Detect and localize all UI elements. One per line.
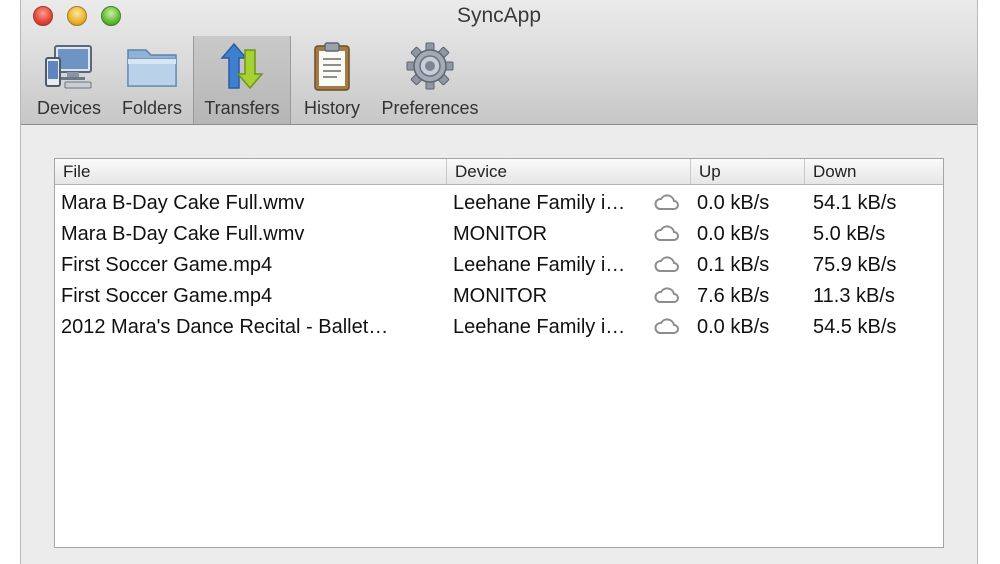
row-down-rate: 75.9 kB/s xyxy=(813,254,897,276)
toolbar-transfers-label: Transfers xyxy=(204,98,280,118)
cloud-icon xyxy=(654,318,679,334)
cloud-icon xyxy=(654,287,679,303)
row-device: Leehane Family i… xyxy=(453,192,626,214)
titlebar-toolbar: SyncApp Devices Folders Transfers Histor… xyxy=(21,0,977,125)
toolbar-folders-button[interactable]: Folders xyxy=(115,36,189,124)
column-header-down[interactable]: Down xyxy=(805,159,943,184)
row-file: Mara B-Day Cake Full.wmv xyxy=(61,192,305,214)
row-device: Leehane Family i… xyxy=(453,316,626,338)
toolbar-preferences-button[interactable]: Preferences xyxy=(377,36,483,124)
row-file: Mara B-Day Cake Full.wmv xyxy=(61,223,305,245)
column-header-up[interactable]: Up xyxy=(691,159,805,184)
table-row[interactable]: 2012 Mara's Dance Recital - Ballet… Leeh… xyxy=(55,312,943,343)
toolbar-devices-button[interactable]: Devices xyxy=(31,36,107,124)
window-title: SyncApp xyxy=(456,4,542,27)
column-header-file[interactable]: File xyxy=(55,159,447,184)
row-down-rate: 54.1 kB/s xyxy=(813,192,897,214)
cloud-icon xyxy=(654,225,679,241)
toolbar-transfers-button[interactable]: Transfers xyxy=(193,36,291,124)
row-down-rate: 11.3 kB/s xyxy=(813,285,895,307)
row-device: Leehane Family i… xyxy=(453,254,626,276)
row-up-rate: 0.0 kB/s xyxy=(697,316,770,338)
toolbar-folders-label: Folders xyxy=(121,98,183,118)
clipboard-icon xyxy=(314,42,350,91)
row-up-rate: 7.6 kB/s xyxy=(697,285,770,307)
row-down-rate: 5.0 kB/s xyxy=(813,223,886,245)
table-header: File Device Up Down xyxy=(55,159,943,185)
devices-icon xyxy=(45,45,92,89)
column-header-device[interactable]: Device xyxy=(447,159,691,184)
toolbar-devices-label: Devices xyxy=(36,98,102,118)
table-row[interactable]: Mara B-Day Cake Full.wmv MONITOR 0.0 kB/… xyxy=(55,219,943,250)
row-up-rate: 0.0 kB/s xyxy=(697,192,770,214)
row-up-rate: 0.1 kB/s xyxy=(697,254,770,276)
row-device: MONITOR xyxy=(453,285,548,307)
cloud-icon xyxy=(654,194,679,210)
row-file: First Soccer Game.mp4 xyxy=(61,254,273,276)
toolbar-preferences-label: Preferences xyxy=(381,98,479,118)
row-file: 2012 Mara's Dance Recital - Ballet… xyxy=(61,316,389,338)
syncapp-window: SyncApp Devices Folders Transfers Histor… xyxy=(20,0,978,564)
table-row[interactable]: Mara B-Day Cake Full.wmv Leehane Family … xyxy=(55,188,943,219)
transfers-table: File Device Up Down Mara B-Day Cake Full… xyxy=(54,158,944,548)
transfers-icon xyxy=(220,42,264,90)
folder-icon xyxy=(127,49,177,87)
table-row[interactable]: First Soccer Game.mp4 Leehane Family i… … xyxy=(55,250,943,281)
row-down-rate: 54.5 kB/s xyxy=(813,316,897,338)
toolbar-history-label: History xyxy=(303,98,360,118)
toolbar-history-button[interactable]: History xyxy=(293,36,371,124)
cloud-icon xyxy=(654,256,679,272)
row-device: MONITOR xyxy=(453,223,548,245)
row-up-rate: 0.0 kB/s xyxy=(697,223,770,245)
row-file: First Soccer Game.mp4 xyxy=(61,285,273,307)
gear-icon xyxy=(406,42,454,90)
table-row[interactable]: First Soccer Game.mp4 MONITOR 7.6 kB/s 1… xyxy=(55,281,943,312)
